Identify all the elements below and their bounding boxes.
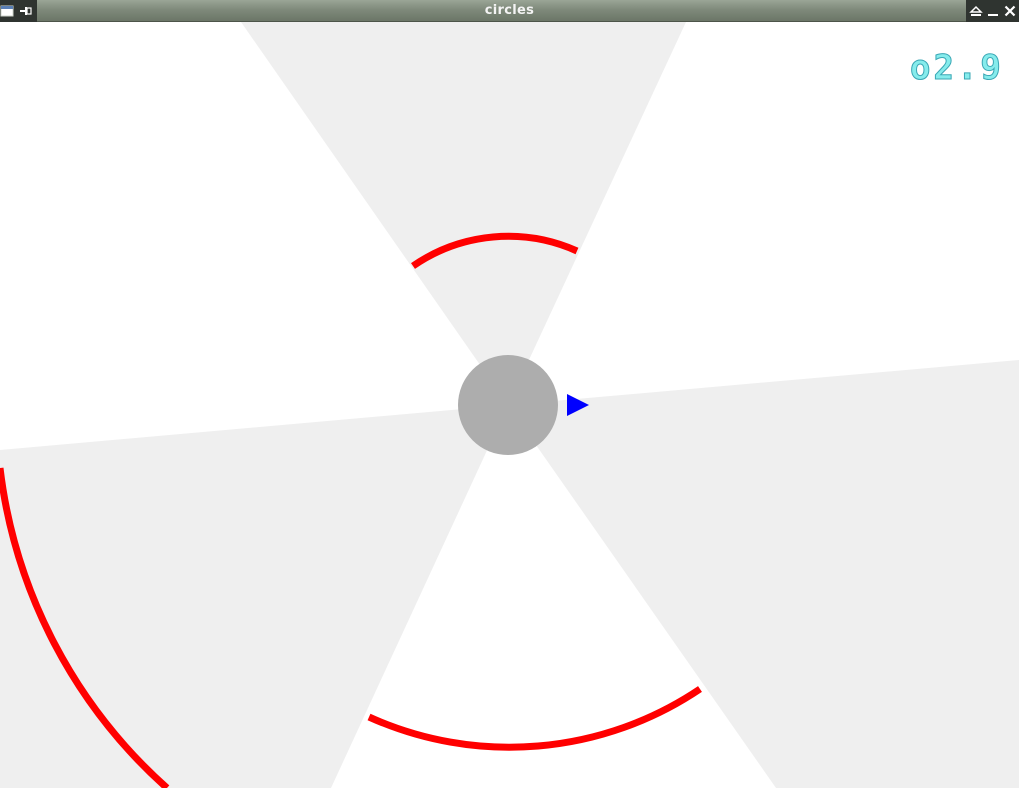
shade-icon[interactable] (968, 3, 984, 19)
game-field (0, 22, 1019, 788)
title-bar[interactable]: circles (0, 0, 1019, 22)
game-window: circles o2.9 (0, 0, 1019, 788)
window-title: circles (484, 3, 535, 18)
minimize-icon[interactable] (985, 3, 1001, 19)
game-canvas[interactable]: o2.9 (0, 22, 1019, 788)
close-icon[interactable] (1002, 3, 1018, 19)
title-bar-right-buttons (966, 0, 1019, 22)
timer-display: o2.9 (910, 48, 1004, 89)
center-hub (458, 355, 558, 455)
